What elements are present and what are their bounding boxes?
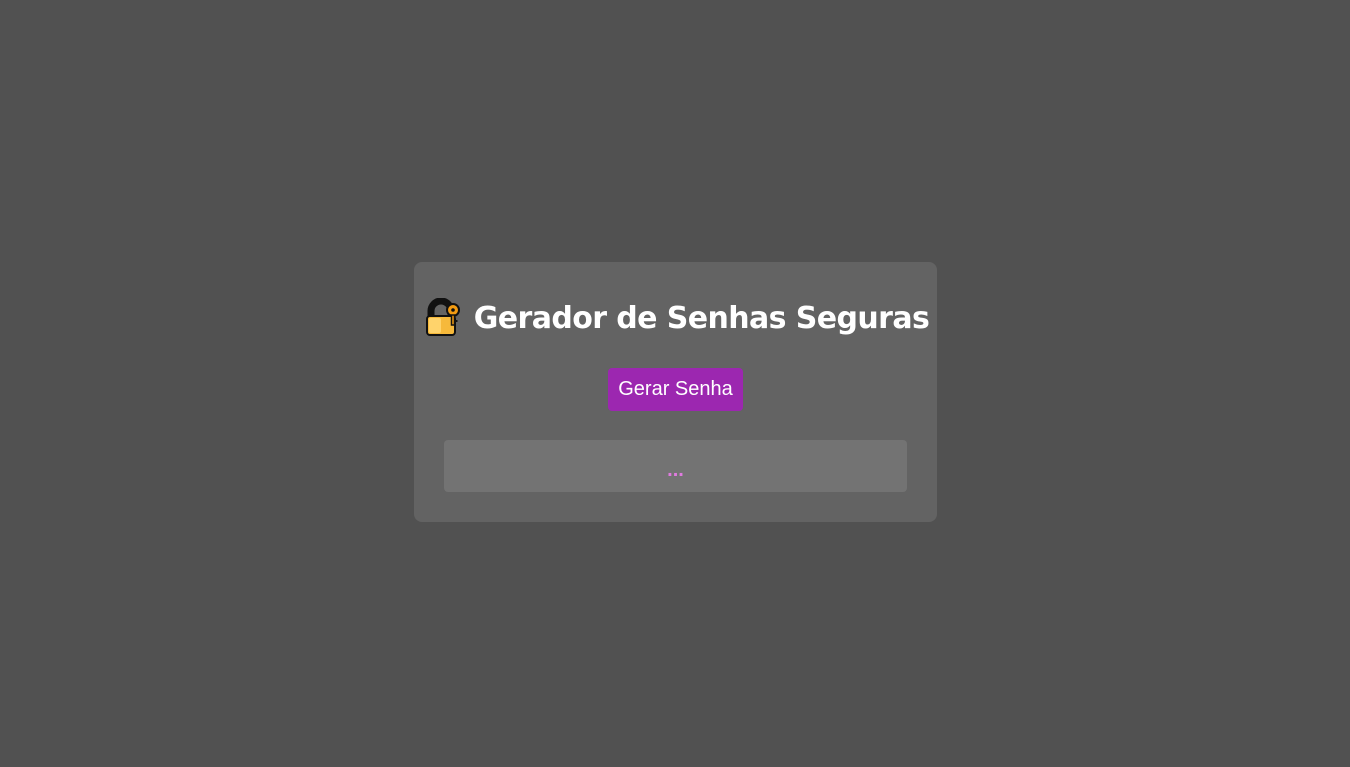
password-output-text: ... <box>667 458 684 481</box>
page-title: Gerador de Senhas Seguras <box>473 300 930 336</box>
password-output-box[interactable]: ... <box>444 440 907 492</box>
password-generator-card: Gerador de Senhas Seguras Gerar Senha ..… <box>414 262 937 522</box>
locked-with-key-icon <box>424 297 462 338</box>
generate-password-button[interactable]: Gerar Senha <box>608 368 743 411</box>
header: Gerador de Senhas Seguras <box>414 296 937 340</box>
